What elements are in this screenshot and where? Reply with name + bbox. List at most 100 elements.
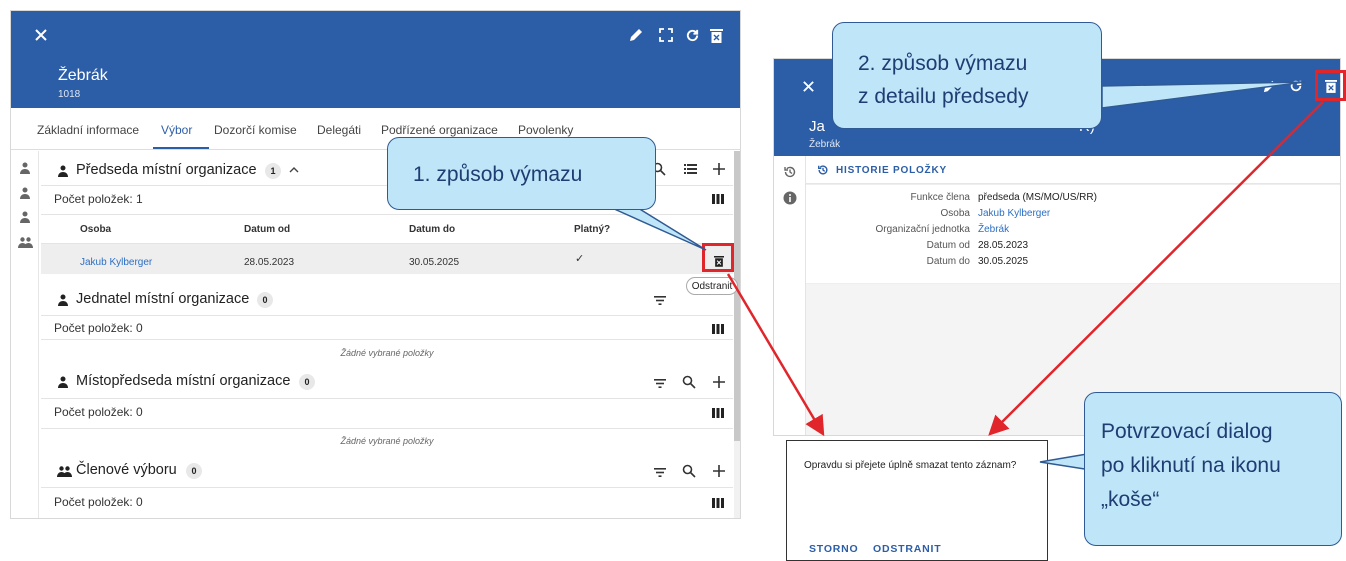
- item-count: Počet položek: 0: [54, 405, 143, 419]
- active-tab-indicator: [153, 147, 209, 149]
- item-count: Počet položek: 1: [54, 192, 143, 206]
- refresh-icon[interactable]: [1287, 77, 1305, 95]
- add-icon[interactable]: [711, 463, 727, 479]
- edit-icon[interactable]: [1260, 77, 1278, 95]
- history-bar[interactable]: HISTORIE POLOŽKY: [806, 156, 1340, 184]
- chevron-up-icon[interactable]: [287, 162, 301, 176]
- section-title-secretary: Jednatel místní organizace: [76, 291, 250, 307]
- filter-icon[interactable]: [652, 293, 668, 307]
- person-link[interactable]: Jakub Kylberger: [978, 208, 1050, 219]
- callout-dialog-text-line1: Potvrzovací dialog: [1101, 420, 1273, 443]
- date-from-cell: 28.05.2023: [244, 257, 295, 268]
- empty-state: Žádné vybrané položky: [340, 436, 434, 446]
- detail-label: Organizační jednotka: [875, 224, 970, 235]
- person-icon: [55, 374, 71, 390]
- callout-first-text: 1. způsob výmazu: [413, 163, 583, 186]
- columns-icon[interactable]: [710, 496, 726, 510]
- divider: [41, 315, 733, 316]
- column-header-date-to[interactable]: Datum do: [409, 224, 455, 235]
- scrollbar[interactable]: [734, 151, 740, 518]
- fullscreen-icon[interactable]: [657, 26, 675, 44]
- search-icon[interactable]: [681, 374, 697, 390]
- confirm-delete-button[interactable]: ODSTRANIT: [873, 543, 941, 555]
- history-icon[interactable]: [782, 164, 798, 180]
- confirm-dialog: Opravdu si přejete úplně smazat tento zá…: [786, 440, 1048, 561]
- panel-header: Žebrák 1018: [11, 11, 740, 108]
- delete-icon[interactable]: [707, 26, 725, 44]
- person-icon[interactable]: [16, 209, 34, 225]
- tab-committee[interactable]: Výbor: [161, 123, 192, 137]
- group-icon: [55, 463, 73, 479]
- detail-value: 28.05.2023: [978, 240, 1029, 251]
- page-subtitle: 1018: [58, 89, 81, 100]
- org-unit-link[interactable]: Žebrák: [978, 224, 1009, 235]
- section-title-chairman: Předseda místní organizace: [76, 162, 257, 178]
- column-header-date-from[interactable]: Datum od: [244, 224, 290, 235]
- close-icon[interactable]: [798, 76, 818, 96]
- side-rail: [11, 151, 39, 518]
- tab-permits[interactable]: Povolenky: [518, 123, 573, 137]
- detail-card: Funkce člena předseda (MS/MO/US/RR) Osob…: [806, 184, 1340, 284]
- callout-dialog-text-line3: „koše“: [1101, 488, 1160, 511]
- empty-state: Žádné vybrané položky: [340, 348, 434, 358]
- tab-subordinate-orgs[interactable]: Podřízené organizace: [381, 123, 498, 137]
- columns-icon[interactable]: [710, 406, 726, 420]
- dialog-question: Opravdu si přejete úplně smazat tento zá…: [804, 460, 1017, 471]
- tab-basic-info[interactable]: Základní informace: [37, 123, 139, 137]
- history-label[interactable]: HISTORIE POLOŽKY: [836, 165, 947, 176]
- edit-icon[interactable]: [627, 26, 645, 44]
- close-icon[interactable]: [31, 25, 51, 45]
- detail-side-rail: [774, 156, 806, 435]
- column-header-valid[interactable]: Platný?: [574, 224, 610, 235]
- item-count: Počet položek: 0: [54, 495, 143, 509]
- person-icon[interactable]: [16, 160, 34, 176]
- detail-label: Funkce člena: [910, 192, 970, 203]
- detail-value: předseda (MS/MO/US/RR): [978, 192, 1097, 203]
- columns-icon[interactable]: [710, 322, 726, 336]
- count-badge: 0: [186, 463, 202, 479]
- detail-title: Ja: [809, 118, 825, 135]
- divider: [41, 214, 733, 215]
- tab-supervisory-board[interactable]: Dozorčí komise: [214, 123, 297, 137]
- info-icon[interactable]: [782, 190, 798, 206]
- section-title-vice-chairman: Místopředseda místní organizace: [76, 373, 291, 389]
- add-icon[interactable]: [711, 161, 727, 177]
- scrollbar-thumb[interactable]: [734, 151, 740, 441]
- filter-icon[interactable]: [652, 376, 668, 390]
- check-icon: ✓: [575, 253, 585, 265]
- highlight-row-delete: [702, 243, 734, 272]
- refresh-icon[interactable]: [683, 26, 701, 44]
- filter-icon[interactable]: [652, 465, 668, 479]
- count-badge: 0: [257, 292, 273, 308]
- divider: [41, 428, 733, 429]
- tab-delegates[interactable]: Delegáti: [317, 123, 361, 137]
- add-icon[interactable]: [711, 374, 727, 390]
- callout-second-text-line2: z detailu předsedy: [858, 85, 1029, 108]
- list-icon[interactable]: [682, 162, 698, 176]
- callout-second-text-line1: 2. způsob výmazu: [858, 52, 1028, 75]
- item-count: Počet položek: 0: [54, 321, 143, 335]
- column-header-person[interactable]: Osoba: [80, 224, 111, 235]
- divider: [41, 339, 733, 340]
- person-icon[interactable]: [16, 185, 34, 201]
- person-icon: [55, 292, 71, 308]
- count-badge: 1: [265, 163, 281, 179]
- divider: [41, 487, 733, 488]
- callout-dialog-text-line2: po kliknutí na ikonu: [1101, 454, 1281, 477]
- cancel-button[interactable]: STORNO: [809, 543, 859, 555]
- detail-label: Datum od: [926, 240, 970, 251]
- delete-tooltip: Odstranit: [686, 277, 738, 295]
- person-link[interactable]: Jakub Kylberger: [80, 257, 152, 268]
- columns-icon[interactable]: [710, 192, 726, 206]
- detail-value: 30.05.2025: [978, 256, 1029, 267]
- person-icon: [55, 163, 71, 179]
- detail-label: Datum do: [926, 256, 970, 267]
- divider: [41, 398, 733, 399]
- history-icon: [816, 163, 830, 177]
- group-icon[interactable]: [16, 234, 34, 250]
- highlight-header-delete: [1315, 70, 1346, 101]
- detail-subtitle: Žebrák: [809, 139, 841, 150]
- detail-label: Osoba: [940, 208, 970, 219]
- section-title-members: Členové výboru: [76, 462, 177, 478]
- search-icon[interactable]: [681, 463, 697, 479]
